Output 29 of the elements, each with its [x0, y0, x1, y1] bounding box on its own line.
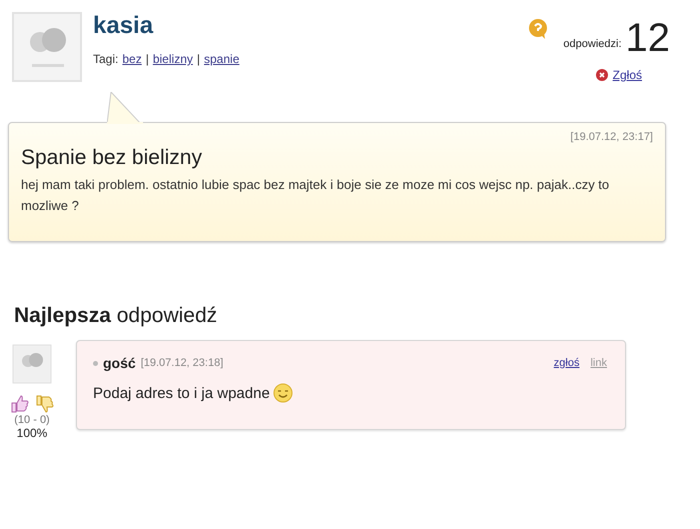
question-body: hej mam taki problem. ostatnio lubie spac bez majtek i boje sie ze moze mi cos wejsc np. pajak..czy to mozliwe ? [21, 176, 610, 215]
report-icon [596, 69, 608, 81]
tag-link[interactable]: bielizny [152, 52, 193, 66]
vote-count: (10 - 0) [14, 414, 50, 426]
tags-label: Tagi: [93, 52, 118, 66]
answers-count: 12 [626, 18, 670, 58]
bullet-icon [93, 360, 98, 366]
thumbs-up-icon[interactable] [10, 394, 30, 414]
avatar-icon [12, 344, 52, 384]
answers-label: odpowiedzi: [563, 38, 622, 50]
thumbs-down-icon[interactable] [34, 394, 54, 414]
report-link[interactable]: Zgłoś [596, 68, 642, 82]
vote-percent: 100% [16, 426, 48, 440]
avatar-icon [12, 12, 82, 82]
answer-date: [19.07.12, 23:18] [140, 357, 224, 369]
smiley-icon [272, 383, 293, 403]
report-link[interactable]: zgłoś [554, 357, 580, 369]
tag-separator: | [196, 52, 200, 66]
section-heading: Najlepsza odpowiedź [14, 304, 218, 328]
answer-author: gość [103, 355, 136, 371]
tag-link[interactable]: bez [122, 52, 142, 66]
tag-separator: | [146, 52, 149, 66]
author-name[interactable]: kasia [93, 12, 240, 40]
tag-link[interactable]: spanie [204, 52, 240, 66]
question-title: Spanie bez bielizny [21, 146, 203, 170]
question-bubble-icon [527, 18, 550, 40]
question-date: [19.07.12, 23:17] [569, 131, 653, 143]
report-text[interactable]: Zgłoś [612, 68, 642, 82]
answer-text: Podaj adres to i ja wpadne [93, 384, 270, 402]
